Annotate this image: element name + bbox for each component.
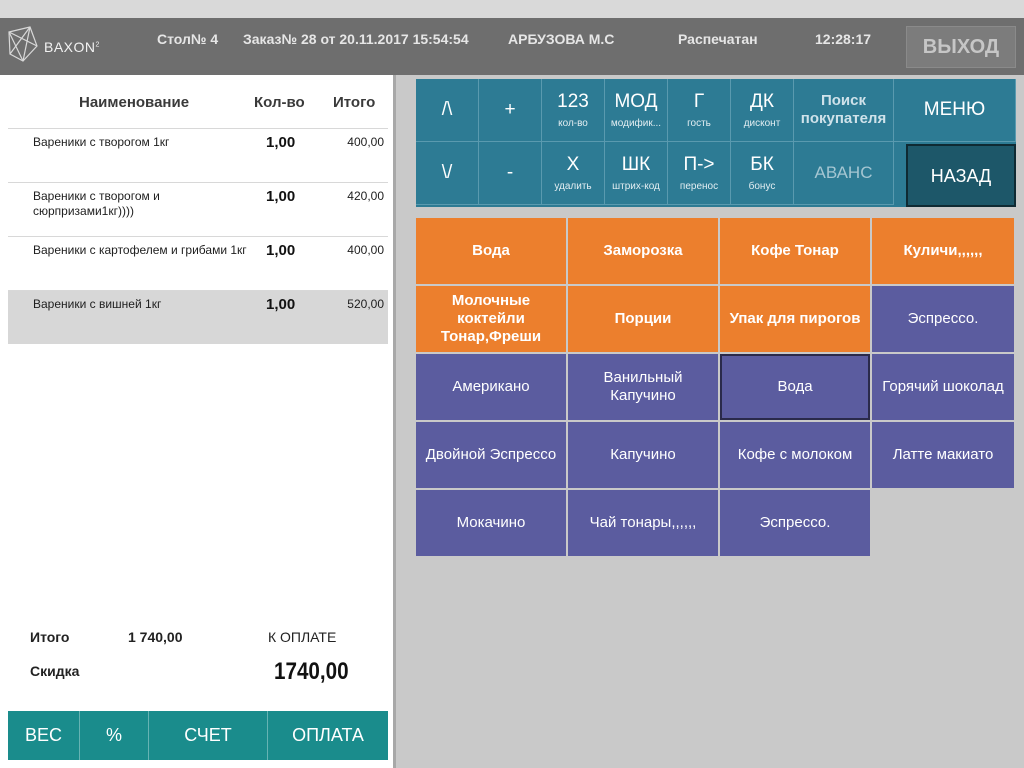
product-americano[interactable]: Американо (416, 354, 566, 420)
item-total: 420,00 (347, 189, 384, 203)
advance-key[interactable]: АВАНС (794, 142, 894, 205)
order-row[interactable]: Вареники с творогом 1кг 1,00 400,00 (8, 128, 388, 182)
discount-card-key[interactable]: ДК дисконт (731, 79, 794, 142)
order-row[interactable]: Вареники с творогом и сюрпризами1кг)))) … (8, 182, 388, 236)
product-hot-chocolate[interactable]: Горячий шоколад (872, 354, 1014, 420)
bottom-action-bar: ВЕС % СЧЕТ ОПЛАТА (8, 711, 388, 760)
modifier-key[interactable]: МОД модифик... (605, 79, 668, 142)
column-name-header: Наименование (79, 94, 190, 111)
product-tea-tonary[interactable]: Чай тонары,,,,,, (568, 490, 718, 556)
total-label: Итого (30, 629, 70, 645)
guest-key[interactable]: Ггость (668, 79, 731, 142)
product-vanilla-cappuccino[interactable]: Ванильный Капучино (568, 354, 718, 420)
item-total: 520,00 (347, 297, 384, 311)
bonus-key[interactable]: БК бонус (731, 142, 794, 205)
item-name: Вареники с картофелем и грибами 1кг (33, 243, 247, 257)
weight-button[interactable]: ВЕС (8, 711, 80, 760)
category-kulichi[interactable]: Куличи,,,,,, (872, 218, 1014, 284)
category-water[interactable]: Вода (416, 218, 566, 284)
minus-key[interactable]: - (479, 142, 542, 205)
logo-text: BAXON2 (44, 39, 100, 55)
scroll-up-key[interactable]: /\ (416, 79, 479, 142)
product-mochaccino[interactable]: Мокачино (416, 490, 566, 556)
back-key[interactable]: НАЗАД (906, 144, 1016, 207)
percent-button[interactable]: % (80, 711, 149, 760)
baxon-logo: BAXON2 (6, 24, 116, 68)
plus-key[interactable]: + (479, 79, 542, 142)
item-total: 400,00 (347, 243, 384, 257)
product-latte-macchiato[interactable]: Латте макиато (872, 422, 1014, 488)
order-info: Заказ№ 28 от 20.11.2017 15:54:54 (243, 31, 469, 47)
order-row-selected[interactable]: Вареники с вишней 1кг 1,00 520,00 (8, 290, 388, 344)
product-water[interactable]: Вода (720, 354, 870, 420)
product-espresso[interactable]: Эспрессо. (872, 286, 1014, 352)
quantity-key[interactable]: 123 кол-во (542, 79, 605, 142)
scroll-down-key[interactable]: \/ (416, 142, 479, 205)
product-espresso-2[interactable]: Эспрессо. (720, 490, 870, 556)
logo-mark-icon (8, 26, 38, 62)
product-double-espresso[interactable]: Двойной Эспрессо (416, 422, 566, 488)
category-frozen[interactable]: Заморозка (568, 218, 718, 284)
bill-button[interactable]: СЧЕТ (149, 711, 268, 760)
order-row[interactable]: Вареники с картофелем и грибами 1кг 1,00… (8, 236, 388, 290)
column-qty-header: Кол-во (254, 94, 305, 111)
delete-key[interactable]: Худалить (542, 142, 605, 205)
category-pie-packaging[interactable]: Упак для пирогов (720, 286, 870, 352)
item-qty: 1,00 (266, 134, 296, 151)
menu-panel: /\ + 123 кол-во МОД модифик... Ггость ДК ди… (396, 75, 1024, 768)
item-name: Вареники с творогом и сюрпризами1кг)))) (33, 189, 160, 218)
due-amount: 1740,00 (274, 658, 349, 685)
barcode-key[interactable]: ШК штрих-код (605, 142, 668, 205)
category-coffee-tonar[interactable]: Кофе Тонар (720, 218, 870, 284)
item-name: Вареники с вишней 1кг (33, 297, 162, 311)
item-qty: 1,00 (266, 188, 296, 205)
item-name: Вареники с творогом 1кг (33, 135, 170, 149)
transfer-key[interactable]: П-> перенос (668, 142, 731, 205)
header-bar: BAXON2 Стол№ 4 Заказ№ 28 от 20.11.2017 1… (0, 18, 1024, 75)
total-value: 1 740,00 (128, 629, 183, 645)
discount-label: Скидка (30, 663, 80, 679)
product-coffee-with-milk[interactable]: Кофе с молоком (720, 422, 870, 488)
clock: 12:28:17 (815, 31, 872, 47)
order-status: Распечатан (678, 31, 758, 47)
order-panel: Наименование Кол-во Итого Вареники с тво… (0, 75, 393, 768)
cashier-name: АРБУЗОВА М.С (508, 31, 615, 47)
menu-key[interactable]: МЕНЮ (894, 79, 1016, 142)
payment-button[interactable]: ОПЛАТА (268, 711, 388, 760)
product-cappuccino[interactable]: Капучино (568, 422, 718, 488)
customer-search-key[interactable]: Поиск покупателя (794, 79, 894, 142)
item-qty: 1,00 (266, 242, 296, 259)
item-qty: 1,00 (266, 296, 296, 313)
category-portions[interactable]: Порции (568, 286, 718, 352)
top-strip (0, 0, 1024, 18)
due-label: К ОПЛАТЕ (268, 629, 337, 645)
table-number: Стол№ 4 (157, 31, 219, 47)
category-milkshakes[interactable]: Молочные коктейли Тонар,Фреши (416, 286, 566, 352)
item-total: 400,00 (347, 135, 384, 149)
exit-button[interactable]: ВЫХОД (906, 26, 1016, 68)
function-keypad: /\ + 123 кол-во МОД модифик... Ггость ДК ди… (416, 79, 1016, 207)
column-total-header: Итого (333, 94, 376, 111)
